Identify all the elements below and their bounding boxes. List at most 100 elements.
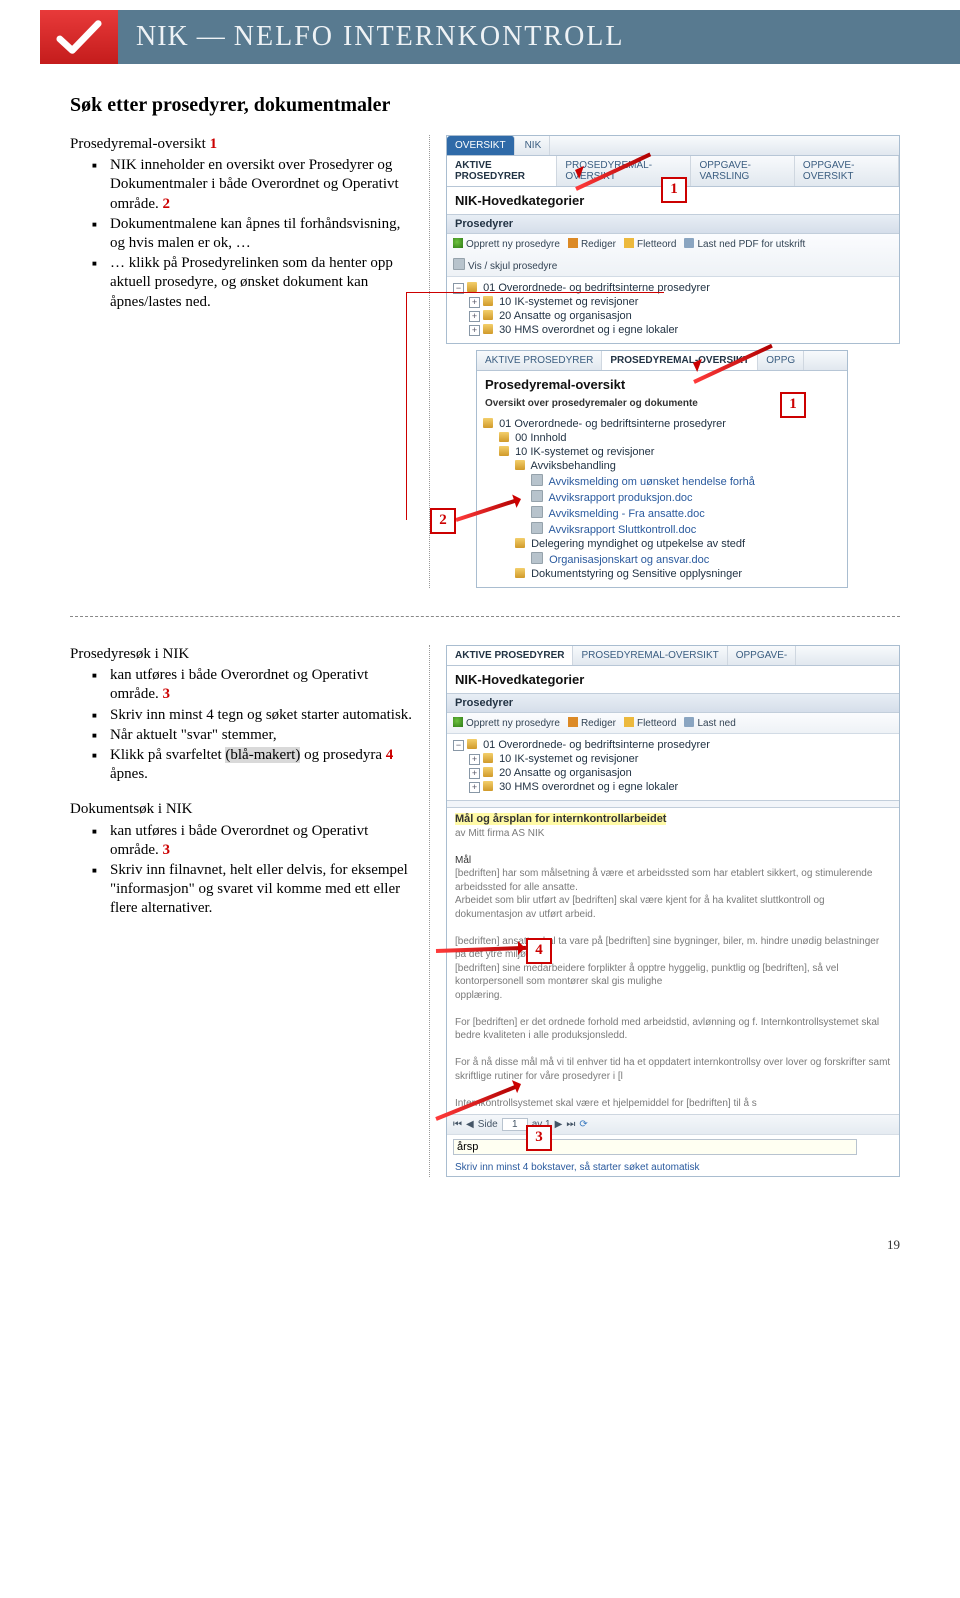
tree-node[interactable]: 00 Innhold (515, 432, 566, 444)
doc-icon (531, 490, 543, 502)
subtab[interactable]: OPPGAVE- (728, 646, 797, 665)
tree-doc[interactable]: Organisasjonskart og ansvar.doc (549, 554, 709, 566)
subtab[interactable]: OPPG (758, 351, 804, 370)
tree-node[interactable]: 20 Ansatte og organisasjon (499, 310, 632, 322)
btn-create[interactable]: Opprett ny prosedyre (453, 717, 560, 729)
panel-header: Prosedyrer (447, 214, 899, 234)
shot-title: NIK-Hovedkategorier (447, 666, 899, 693)
doc-icon (531, 506, 543, 518)
callout-2: 2 (430, 508, 456, 534)
btn-merge[interactable]: Fletteord (624, 238, 676, 250)
bullet: NIK inneholder en oversikt over Prosedyr… (92, 156, 413, 214)
folder-icon (499, 446, 509, 456)
logo-text: NIK—NELFO INTERNKONTROLL (136, 21, 625, 53)
callout-3: 3 (526, 1125, 552, 1151)
subtab[interactable]: AKTIVE PROSEDYRER (477, 351, 602, 370)
search-input[interactable] (453, 1139, 857, 1155)
btn-edit[interactable]: Rediger (568, 238, 616, 250)
page-number: 19 (0, 1197, 960, 1263)
tree-node[interactable]: Dokumentstyring og Sensitive opplysninge… (531, 568, 742, 580)
folder-icon (467, 282, 477, 292)
btn-merge[interactable]: Fletteord (624, 717, 676, 729)
screenshot-inset: AKTIVE PROSEDYRER PROSEDYREMAL-OVERSIKT … (476, 350, 848, 588)
refresh-icon[interactable]: ⟳ (579, 1119, 587, 1130)
tree-node[interactable]: 01 Overordnede- og bedriftsinterne prose… (499, 418, 726, 430)
folder-icon (483, 296, 493, 306)
pager-first-icon[interactable]: ⏮ (453, 1119, 462, 1130)
tree-node[interactable]: 30 HMS overordnet og i egne lokaler (499, 781, 678, 793)
plus-icon (453, 717, 463, 727)
pager-prev-icon[interactable]: ◀ (466, 1119, 474, 1130)
folder-icon (483, 310, 493, 320)
bullet: Skriv inn minst 4 tegn og søket starter … (92, 706, 413, 725)
bullet: Klikk på svarfeltet (blå-makert) og pros… (92, 746, 413, 784)
btn-pdf[interactable]: Last ned (684, 717, 735, 729)
subtab[interactable]: PROSEDYREMAL-OVERSIKT (573, 646, 727, 665)
logo-checkmark-icon (40, 10, 118, 64)
btn-pdf[interactable]: Last ned PDF for utskrift (684, 238, 805, 250)
bullet: Dokumentmalene kan åpnes til forhåndsvis… (92, 215, 413, 253)
divider (70, 616, 900, 617)
section-heading: Søk etter prosedyrer, dokumentmaler (70, 94, 900, 117)
tree-doc[interactable]: Avviksmelding om uønsket hendelse forhå (548, 476, 754, 488)
subheading: Dokumentsøk i NIK (70, 800, 413, 819)
tree-node[interactable]: Avviksbehandling (530, 460, 615, 472)
subheading: Prosedyresøk i NIK (70, 645, 413, 664)
subtab[interactable]: AKTIVE PROSEDYRER (447, 156, 557, 186)
btn-toggle[interactable]: Vis / skjul prosedyre (453, 258, 557, 272)
folder-icon (515, 460, 525, 470)
doc-icon (531, 552, 543, 564)
paginator: ⏮ ◀ Side 1 av 1 ▶ ⏭ ⟳ (447, 1114, 899, 1134)
search-hint: Skriv inn minst 4 bokstaver, så starter … (447, 1159, 899, 1176)
folder-icon (483, 324, 493, 334)
folder-icon (515, 538, 525, 548)
tree-node[interactable]: Delegering myndighet og utpekelse av ste… (531, 538, 745, 550)
bullet: kan utføres i både Overordnet og Operati… (92, 666, 413, 704)
btn-create[interactable]: Opprett ny prosedyre (453, 238, 560, 250)
callout-1: 1 (661, 177, 687, 203)
pdf-icon (684, 238, 694, 248)
bullet: Når aktuelt "svar" stemmer, (92, 726, 413, 745)
panel-header: Prosedyrer (447, 693, 899, 713)
tree-node[interactable]: 10 IK-systemet og revisjoner (499, 296, 638, 308)
logo-band: NIK—NELFO INTERNKONTROLL (40, 10, 960, 64)
toolbar: Opprett ny prosedyre Rediger Fletteord L… (447, 234, 899, 277)
eye-icon (453, 258, 465, 270)
btn-edit[interactable]: Rediger (568, 717, 616, 729)
tree-node[interactable]: 30 HMS overordnet og i egne lokaler (499, 324, 678, 336)
pager-next-icon[interactable]: ▶ (555, 1119, 563, 1130)
tree-node[interactable]: 10 IK-systemet og revisjoner (515, 446, 654, 458)
folder-icon (483, 781, 493, 791)
tree-node[interactable]: 10 IK-systemet og revisjoner (499, 753, 638, 765)
tab-oversikt[interactable]: OVERSIKT (447, 136, 515, 155)
subtab[interactable]: AKTIVE PROSEDYRER (447, 646, 573, 665)
subtab[interactable]: OPPGAVE-VARSLING (691, 156, 794, 186)
folder-icon (499, 432, 509, 442)
plus-icon (453, 238, 463, 248)
tree-node[interactable]: 01 Overordnede- og bedriftsinterne prose… (483, 739, 710, 751)
folder-icon (483, 767, 493, 777)
tree-doc[interactable]: Avviksrapport Sluttkontroll.doc (548, 524, 696, 536)
tab-nik[interactable]: NIK (517, 136, 551, 155)
subheading: Prosedyremal-oversikt 1 (70, 135, 413, 154)
screenshot-lower: AKTIVE PROSEDYRER PROSEDYREMAL-OVERSIKT … (446, 645, 900, 1177)
page-input[interactable]: 1 (502, 1118, 528, 1131)
doc-icon (531, 474, 543, 486)
merge-icon (624, 717, 634, 727)
pager-last-icon[interactable]: ⏭ (566, 1119, 575, 1130)
tree-doc[interactable]: Avviksmelding - Fra ansatte.doc (548, 508, 704, 520)
subtab[interactable]: OPPGAVE-OVERSIKT (795, 156, 899, 186)
folder-icon (467, 739, 477, 749)
callout-1b: 1 (780, 392, 806, 418)
tree-doc[interactable]: Avviksrapport produksjon.doc (548, 492, 692, 504)
callout-4: 4 (526, 938, 552, 964)
bullet: … klikk på Prosedyrelinken som da henter… (92, 254, 413, 312)
screenshot-top: OVERSIKT NIK AKTIVE PROSEDYRER PROSEDYRE… (446, 135, 900, 344)
folder-icon (515, 568, 525, 578)
document-preview: Mål og årsplan for internkontrollarbeide… (447, 808, 899, 1114)
folder-icon (483, 418, 493, 428)
pdf-icon (684, 717, 694, 727)
tree-node[interactable]: 20 Ansatte og organisasjon (499, 767, 632, 779)
folder-icon (483, 753, 493, 763)
doc-icon (531, 522, 543, 534)
